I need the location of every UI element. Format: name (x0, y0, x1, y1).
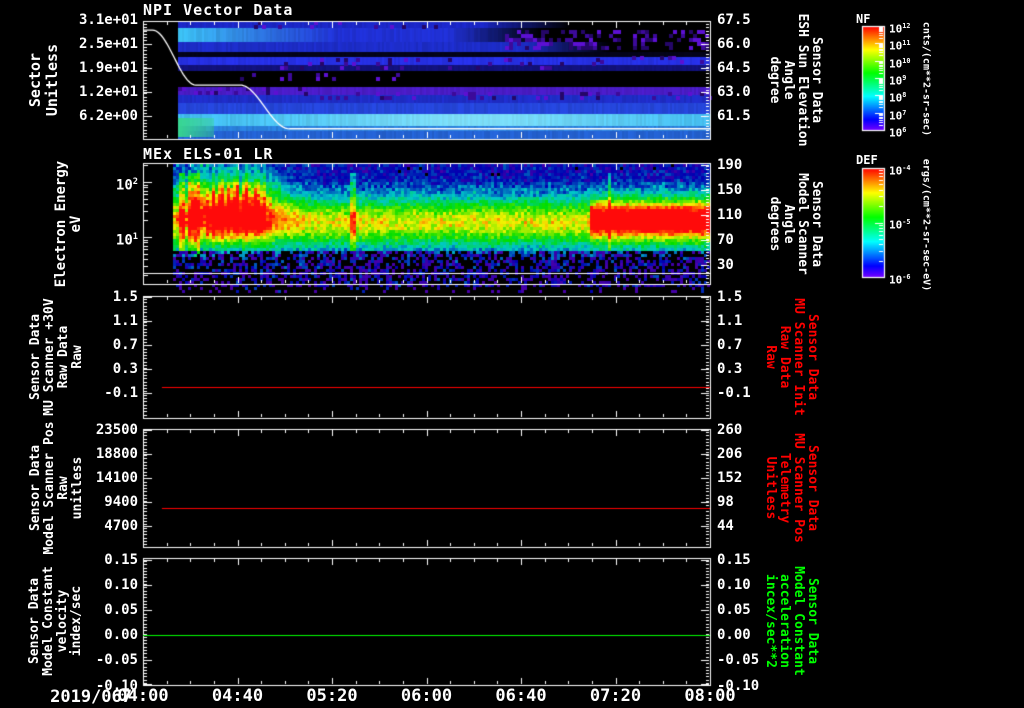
plot-screen: NPI Vector Data MEx ELS-01 LR 3.1e+01 2.5… (0, 0, 1024, 708)
spectrogram-plot-canvas (0, 0, 1024, 708)
def-colorbar-units: ergs/(cm**2-sr-sec-eV) (920, 158, 932, 292)
nf-colorbar-title: NF (856, 12, 871, 26)
nf-colorbar-units: cnts/(cm**2-sr-sec) (920, 21, 932, 137)
scanpos-right-axis-label: Sensor Data MU Scanner Pos Telemetry Uni… (763, 433, 820, 543)
scanpos-left-axis-label: Sensor Data Model Scanner Pos Raw unitle… (28, 421, 85, 555)
npi-right-axis-label: Sensor Data ESH Sun Elevation Angle degr… (767, 13, 824, 147)
npi-left-axis-label: Sector Unitless (26, 43, 61, 117)
els-right-axis-label: Sensor Data Model Scanner Angle degrees (767, 173, 824, 275)
els-panel-title: MEx ELS-01 LR (143, 145, 274, 163)
mu30v-left-axis-label: Sensor Data MU Scanner +30V Raw Data Raw (28, 298, 85, 416)
velocity-left-axis-label: Sensor Data Model Constant velocity inde… (27, 566, 84, 676)
velocity-right-axis-label: Sensor Data Model Constant acceleration … (763, 566, 820, 676)
els-left-axis-label: Electron Energy eV (53, 160, 84, 288)
def-colorbar-title: DEF (856, 153, 878, 167)
mu30v-right-axis-label: Sensor Data MU Scanner Init Raw Data Raw (763, 298, 820, 416)
date-label: 2019/067 (50, 687, 132, 707)
npi-panel-title: NPI Vector Data (143, 1, 294, 19)
